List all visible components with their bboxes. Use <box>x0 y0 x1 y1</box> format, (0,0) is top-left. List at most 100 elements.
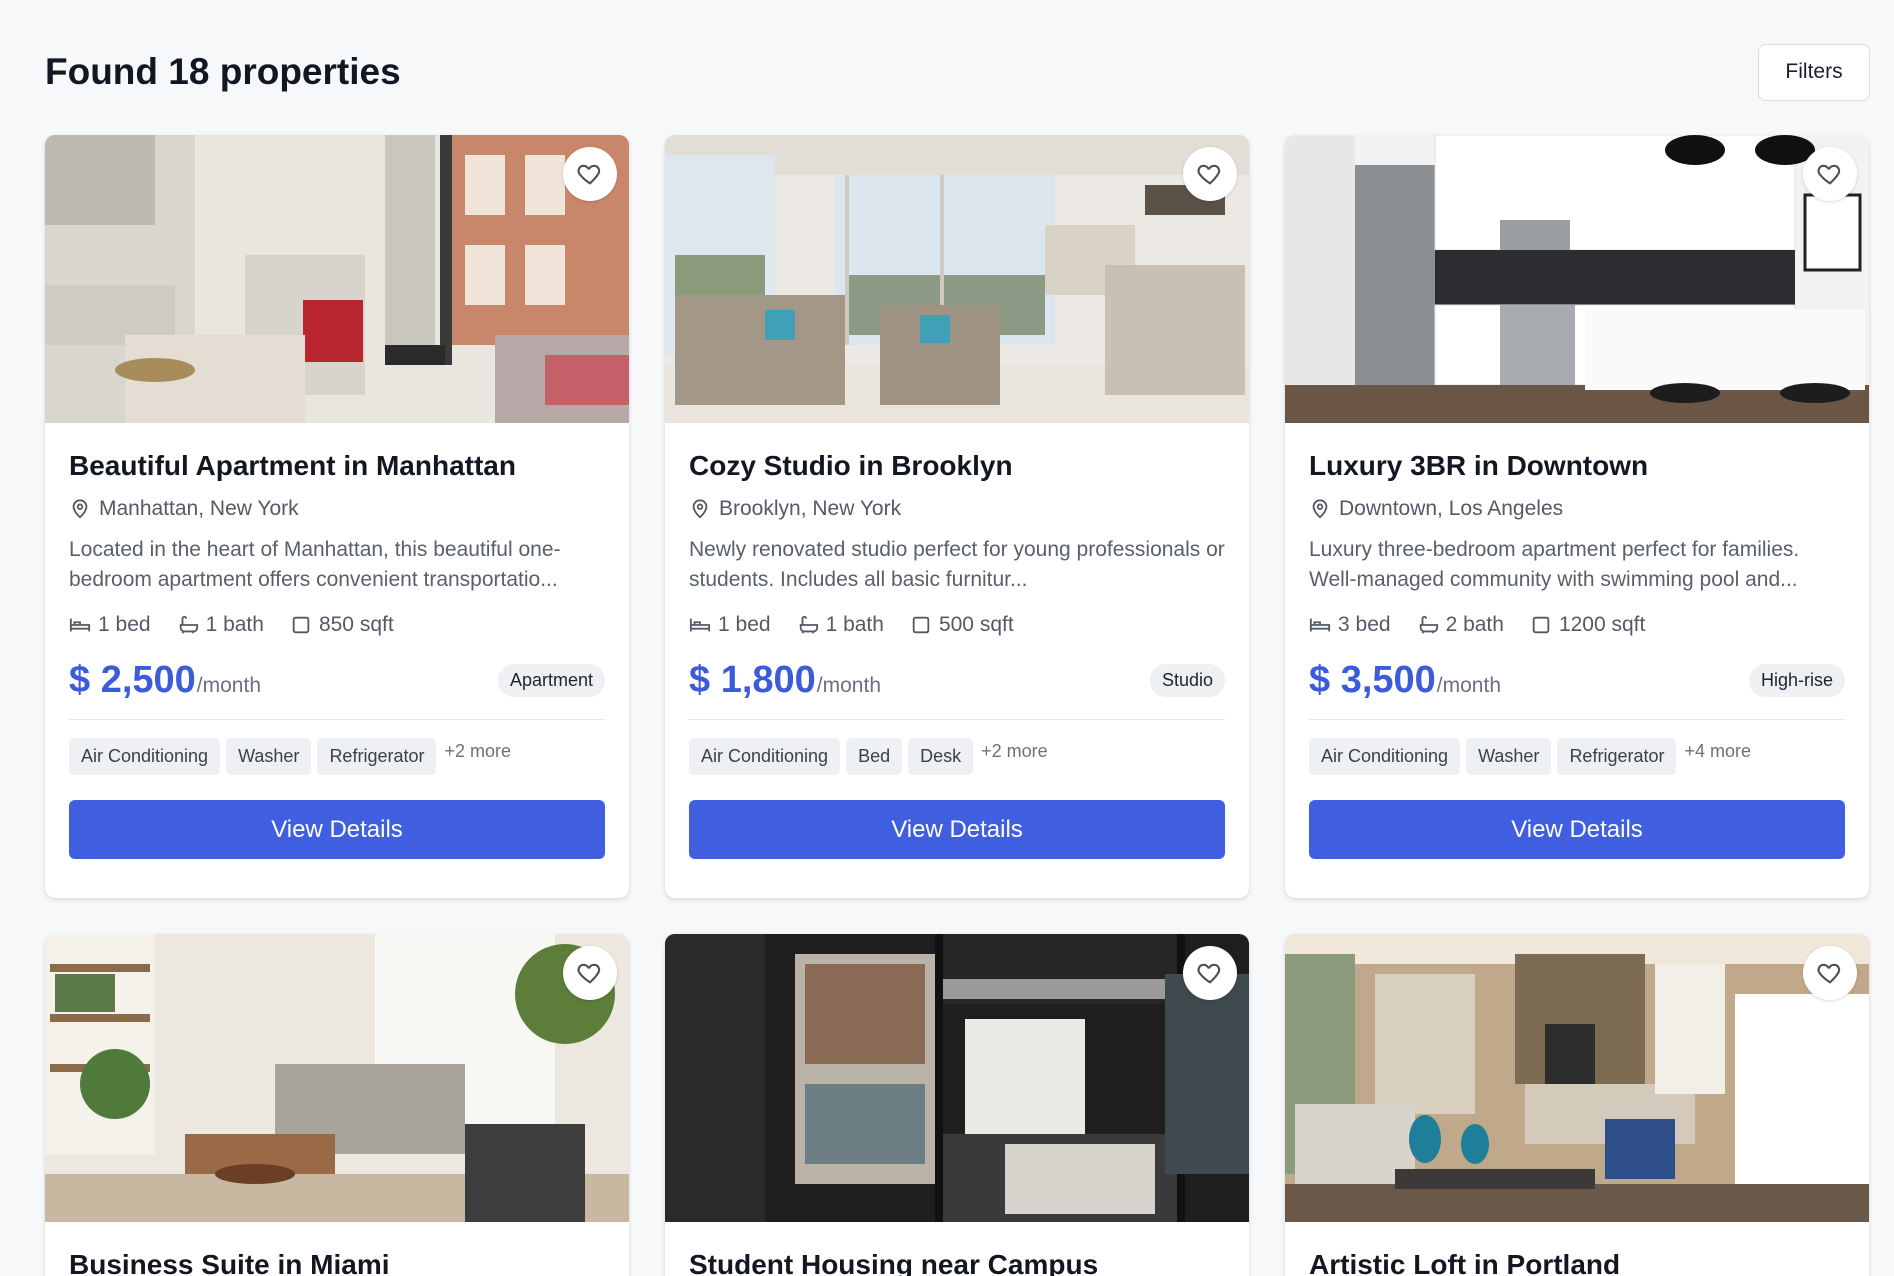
amenity-chip: Desk <box>908 738 974 775</box>
price-row: $ 3,500 /month High-rise <box>1309 657 1845 703</box>
listing-location: Brooklyn, New York <box>689 497 1225 521</box>
price-row: $ 2,500 /month Apartment <box>69 657 605 703</box>
listing-photo[interactable] <box>665 135 1249 423</box>
results-header: Found 18 properties Filters <box>45 42 1870 102</box>
area-text: 500 sqft <box>938 613 1014 636</box>
type-badge: High-rise <box>1748 663 1845 697</box>
beds-text: 1 bed <box>98 613 151 636</box>
area-text: 1200 sqft <box>1558 613 1646 636</box>
baths-spec: 2 bath <box>1417 613 1504 637</box>
price-value: $ 3,500 <box>1309 658 1436 701</box>
location-text: Downtown, Los Angeles <box>1339 497 1564 520</box>
amenities: Air Conditioning Washer Refrigerator +2 … <box>69 738 605 776</box>
heart-icon <box>1197 164 1221 185</box>
listing-photo[interactable] <box>45 934 629 1222</box>
favorite-button[interactable] <box>1183 147 1237 201</box>
baths-spec: 1 bath <box>797 613 884 637</box>
page-title: Found 18 properties <box>45 51 401 92</box>
baths-spec: 1 bath <box>177 613 264 637</box>
listing-photo[interactable] <box>1285 934 1869 1222</box>
amenity-chip: Air Conditioning <box>1309 738 1461 775</box>
listing-card[interactable]: Beautiful Apartment in Manhattan Manhatt… <box>45 135 629 898</box>
listing-card[interactable]: Business Suite in Miami <box>45 934 629 1276</box>
square-icon <box>292 616 310 634</box>
bath-icon <box>179 615 198 634</box>
beds-spec: 1 bed <box>689 613 771 637</box>
heart-icon <box>577 164 601 185</box>
listing-title[interactable]: Artistic Loft in Portland <box>1309 1248 1845 1276</box>
amenity-chip: Air Conditioning <box>69 738 221 775</box>
listing-card[interactable]: Student Housing near Campus <box>665 934 1249 1276</box>
price-unit: /month <box>1436 673 1501 697</box>
listing-description: Luxury three-bedroom apartment perfect f… <box>1309 538 1800 591</box>
listing-specs: 3 bed 2 bath 1200 sqft <box>1309 613 1845 637</box>
amenities: Air Conditioning Bed Desk +2 more <box>689 738 1225 776</box>
area-text: 850 sqft <box>318 613 394 636</box>
listing-title[interactable]: Luxury 3BR in Downtown <box>1309 449 1845 483</box>
favorite-button[interactable] <box>1803 946 1857 1000</box>
beds-spec: 3 bed <box>1309 613 1391 637</box>
price-value: $ 1,800 <box>689 658 816 701</box>
amenities: Air Conditioning Washer Refrigerator +4 … <box>1309 738 1845 776</box>
amenity-chip: Washer <box>226 738 312 775</box>
heart-icon <box>1817 164 1841 185</box>
favorite-button[interactable] <box>563 147 617 201</box>
divider <box>69 719 605 720</box>
more-amenities: +2 more <box>444 741 512 761</box>
listing-specs: 1 bed 1 bath 850 sqft <box>69 613 605 637</box>
divider <box>1309 719 1845 720</box>
price: $ 1,800 /month <box>689 659 881 702</box>
location-text: Brooklyn, New York <box>719 497 902 520</box>
favorite-button[interactable] <box>1803 147 1857 201</box>
baths-text: 1 bath <box>205 613 264 636</box>
divider <box>689 719 1225 720</box>
listing-title[interactable]: Cozy Studio in Brooklyn <box>689 449 1225 483</box>
amenity-chip: Washer <box>1466 738 1552 775</box>
listing-title[interactable]: Business Suite in Miami <box>69 1248 605 1276</box>
filters-button[interactable]: Filters <box>1758 43 1870 101</box>
square-icon <box>912 616 930 634</box>
more-amenities: +2 more <box>981 741 1048 761</box>
map-pin-icon <box>692 499 708 519</box>
listing-title[interactable]: Beautiful Apartment in Manhattan <box>69 449 605 483</box>
beds-text: 3 bed <box>1338 613 1391 636</box>
listing-description: Newly renovated studio perfect for young… <box>689 538 1225 591</box>
listing-title[interactable]: Student Housing near Campus <box>689 1248 1225 1276</box>
heart-icon <box>1817 963 1841 984</box>
listing-photo[interactable] <box>1285 135 1869 423</box>
listing-photo[interactable] <box>45 135 629 423</box>
price: $ 3,500 /month <box>1309 659 1501 702</box>
heart-icon <box>1197 963 1221 984</box>
type-badge: Studio <box>1149 663 1225 697</box>
listing-card[interactable]: Cozy Studio in Brooklyn Brooklyn, New Yo… <box>665 135 1249 898</box>
amenity-chip: Bed <box>846 738 903 775</box>
view-details-button[interactable]: View Details <box>1309 800 1845 859</box>
listing-specs: 1 bed 1 bath 500 sqft <box>689 613 1225 637</box>
listing-card[interactable]: Artistic Loft in Portland <box>1285 934 1869 1276</box>
amenity-chip: Refrigerator <box>1557 738 1677 775</box>
view-details-button[interactable]: View Details <box>689 800 1225 859</box>
favorite-button[interactable] <box>1183 946 1237 1000</box>
baths-text: 1 bath <box>825 613 884 636</box>
price: $ 2,500 /month <box>69 659 261 702</box>
listing-photo[interactable] <box>665 934 1249 1222</box>
bed-icon <box>69 618 91 632</box>
type-badge: Apartment <box>497 663 605 697</box>
area-spec: 1200 sqft <box>1530 613 1645 637</box>
favorite-button[interactable] <box>563 946 617 1000</box>
amenity-chip: Air Conditioning <box>689 738 841 775</box>
map-pin-icon <box>72 499 88 519</box>
bed-icon <box>1309 618 1331 632</box>
price-unit: /month <box>196 673 261 697</box>
amenity-chip: Refrigerator <box>317 738 437 775</box>
beds-spec: 1 bed <box>69 613 151 637</box>
bed-icon <box>689 618 711 632</box>
area-spec: 850 sqft <box>290 613 394 637</box>
square-icon <box>1532 616 1550 634</box>
location-text: Manhattan, New York <box>99 497 299 520</box>
listing-location: Downtown, Los Angeles <box>1309 497 1845 521</box>
listing-card[interactable]: Luxury 3BR in Downtown Downtown, Los Ang… <box>1285 135 1869 898</box>
view-details-button[interactable]: View Details <box>69 800 605 859</box>
listing-description: Located in the heart of Manhattan, this … <box>69 538 561 591</box>
listing-location: Manhattan, New York <box>69 497 605 521</box>
